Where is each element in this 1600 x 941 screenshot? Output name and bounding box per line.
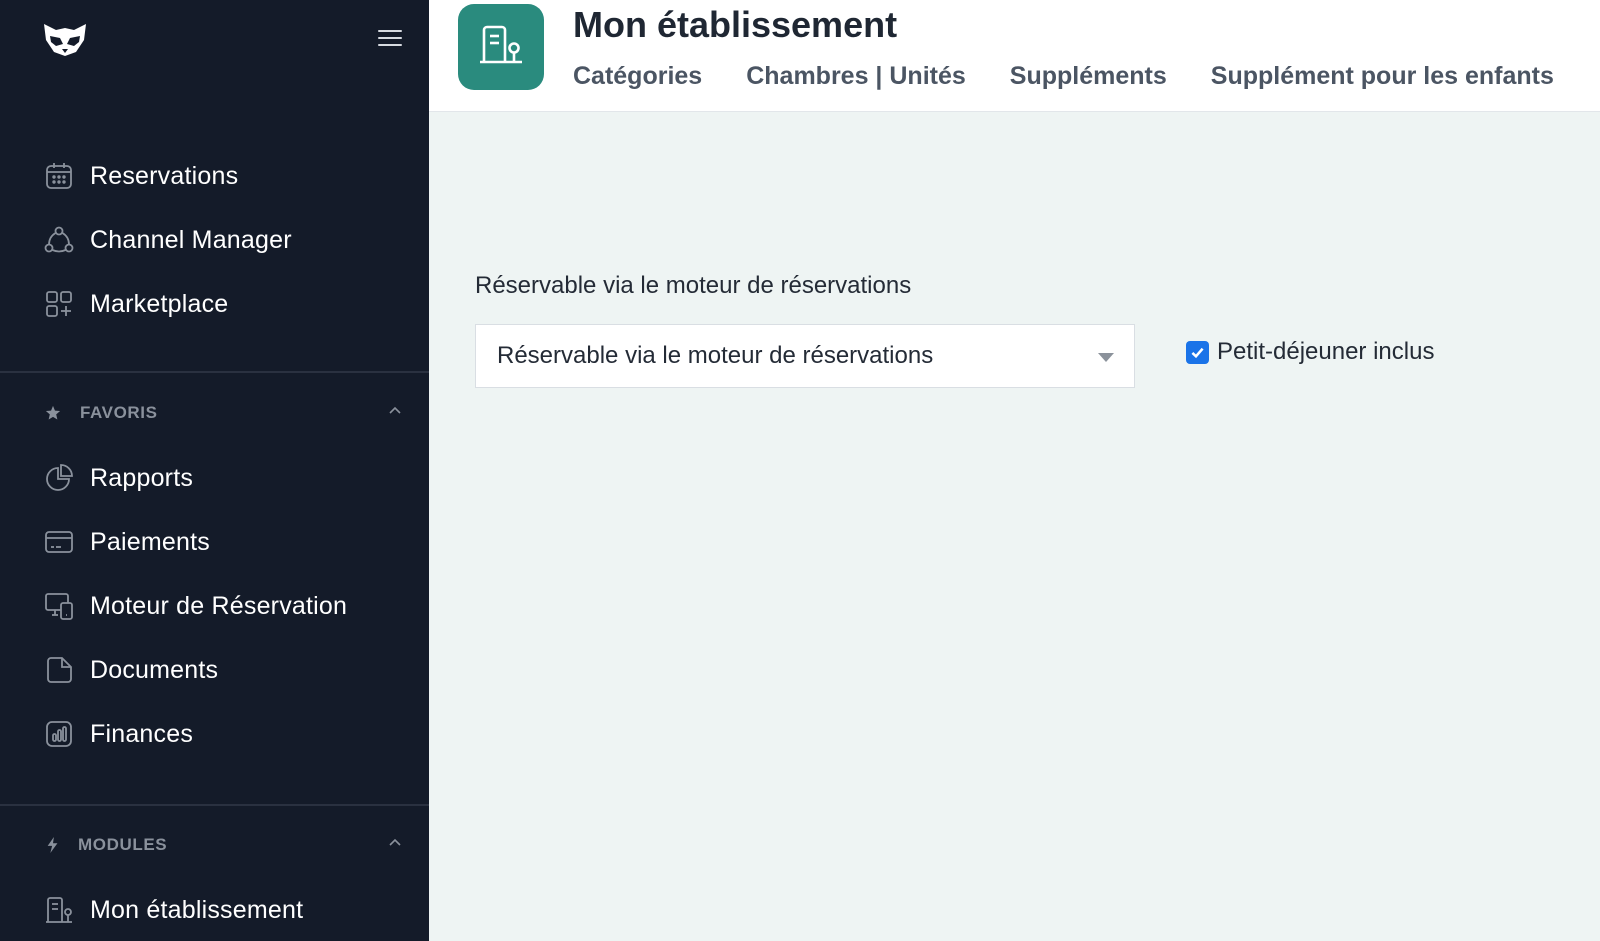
chevron-up-icon[interactable] xyxy=(386,834,404,852)
pie-chart-icon xyxy=(44,463,74,493)
page-header: Mon établissement Catégories Chambres | … xyxy=(429,0,1600,112)
checkbox-label: Petit-déjeuner inclus xyxy=(1217,338,1435,365)
breakfast-included-checkbox[interactable] xyxy=(1186,340,1209,364)
page-title: Mon établissement xyxy=(573,4,898,45)
menu-toggle-icon[interactable] xyxy=(378,30,402,48)
module-badge xyxy=(458,4,544,90)
sidebar-item-reservations[interactable]: Reservations xyxy=(44,156,238,196)
sidebar-item-label: Finances xyxy=(90,719,194,748)
section-title: MODULES xyxy=(78,835,168,854)
devices-icon xyxy=(44,591,74,621)
tab-supplements[interactable]: Suppléments xyxy=(1010,62,1167,91)
sidebar-divider xyxy=(0,804,429,806)
section-favorites-toggle[interactable]: FAVORIS xyxy=(44,398,404,428)
channel-network-icon xyxy=(44,225,74,255)
calendar-icon xyxy=(44,161,74,191)
bookable-select[interactable]: Réservable via le moteur de réservations xyxy=(475,324,1135,388)
sidebar-item-label: Marketplace xyxy=(90,289,229,318)
caret-down-icon xyxy=(1098,353,1114,362)
sidebar-item-channel-manager[interactable]: Channel Manager xyxy=(44,220,292,260)
sidebar-item-paiements[interactable]: Paiements xyxy=(44,522,210,562)
section-modules-toggle[interactable]: MODULES xyxy=(44,830,404,860)
bookable-field-label: Réservable via le moteur de réservations xyxy=(475,272,912,299)
document-icon xyxy=(44,655,74,685)
sidebar-item-label: Paiements xyxy=(90,527,210,556)
building-icon xyxy=(476,20,526,75)
tab-categories[interactable]: Catégories xyxy=(573,62,702,91)
sidebar-item-label: Mon établissement xyxy=(90,895,304,924)
sidebar-item-mon-etablissement[interactable]: Mon établissement xyxy=(44,890,303,930)
section-title: FAVORIS xyxy=(80,403,158,422)
tab-chambres-unites[interactable]: Chambres | Unités xyxy=(746,62,966,91)
breakfast-included-option[interactable]: Petit-déjeuner inclus xyxy=(1186,338,1434,366)
sidebar-item-marketplace[interactable]: Marketplace xyxy=(44,284,228,324)
tab-supplement-enfants[interactable]: Supplément pour les enfants xyxy=(1211,62,1554,91)
sidebar-item-label: Channel Manager xyxy=(90,225,292,254)
building-icon xyxy=(44,895,74,925)
star-icon xyxy=(44,404,62,422)
sidebar-item-label: Documents xyxy=(90,655,219,684)
sidebar-item-label: Reservations xyxy=(90,161,239,190)
raccoon-logo-icon[interactable] xyxy=(42,22,88,58)
apps-grid-icon xyxy=(44,289,74,319)
credit-card-icon xyxy=(44,527,74,557)
checkmark-icon xyxy=(1191,347,1204,358)
sidebar-item-documents[interactable]: Documents xyxy=(44,650,218,690)
sidebar-item-label: Moteur de Réservation xyxy=(90,591,348,620)
lightning-icon xyxy=(44,836,62,854)
chevron-up-icon[interactable] xyxy=(386,402,404,420)
bar-chart-icon xyxy=(44,719,74,749)
sidebar: Reservations Channel Manager Marketplace… xyxy=(0,0,429,941)
sidebar-item-label: Rapports xyxy=(90,463,194,492)
sidebar-item-rapports[interactable]: Rapports xyxy=(44,458,193,498)
select-value: Réservable via le moteur de réservations xyxy=(497,342,934,369)
sidebar-item-moteur-de-reservation[interactable]: Moteur de Réservation xyxy=(44,586,347,626)
tab-bar: Catégories Chambres | Unités Suppléments… xyxy=(573,62,1554,91)
sidebar-item-finances[interactable]: Finances xyxy=(44,714,193,754)
sidebar-divider xyxy=(0,371,429,373)
